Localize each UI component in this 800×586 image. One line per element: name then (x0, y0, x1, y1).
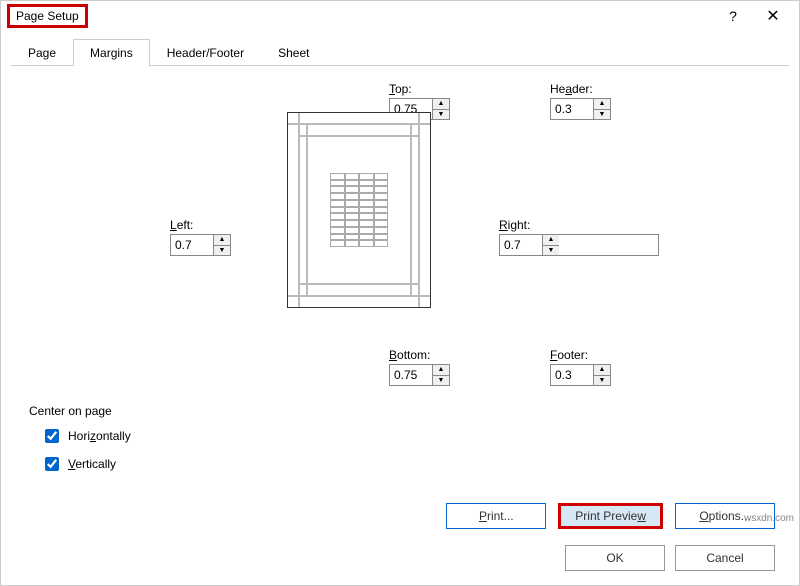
header-spinner[interactable]: ▲▼ (550, 98, 611, 120)
bottom-label: Bottom: (389, 348, 450, 362)
left-input[interactable] (171, 235, 213, 255)
left-margin-group: Left: ▲▼ (170, 218, 231, 256)
cancel-button[interactable]: Cancel (675, 545, 775, 571)
spin-down-icon[interactable]: ▼ (214, 246, 230, 256)
spin-down-icon[interactable]: ▼ (594, 376, 610, 386)
spin-down-icon[interactable]: ▼ (543, 246, 559, 256)
horizontally-checkbox[interactable] (45, 429, 59, 443)
bottom-input[interactable] (390, 365, 432, 385)
close-button[interactable]: ✕ (753, 2, 793, 30)
margins-panel: Top: ▲▼ Header: ▲▼ Left: (1, 66, 799, 487)
vertically-label: Vertically (68, 457, 116, 471)
watermark: wsxdn.com (744, 513, 794, 524)
header-input[interactable] (551, 99, 593, 119)
tab-bar: Page Margins Header/Footer Sheet (11, 39, 789, 66)
footer-spinner[interactable]: ▲▼ (550, 364, 611, 386)
right-input[interactable] (500, 235, 542, 255)
footer-margin-group: Footer: ▲▼ (550, 348, 611, 386)
vertically-check-row: Vertically (41, 454, 771, 474)
preview-cells (330, 173, 388, 247)
spin-up-icon[interactable]: ▲ (214, 235, 230, 246)
dialog-button-row: OK Cancel (1, 537, 799, 585)
tab-header-footer[interactable]: Header/Footer (150, 39, 261, 66)
horizontally-label: Horizontally (68, 429, 131, 443)
header-margin-group: Header: ▲▼ (550, 82, 611, 120)
titlebar: Page Setup ? ✕ (1, 1, 799, 31)
left-spinner[interactable]: ▲▼ (170, 234, 231, 256)
help-button[interactable]: ? (713, 2, 753, 30)
left-label: Left: (170, 218, 231, 232)
tab-sheet[interactable]: Sheet (261, 39, 326, 66)
tab-margins[interactable]: Margins (73, 39, 150, 66)
page-preview (287, 112, 431, 308)
spin-up-icon[interactable]: ▲ (594, 365, 610, 376)
spin-down-icon[interactable]: ▼ (594, 110, 610, 120)
print-button[interactable]: Print... (446, 503, 546, 529)
tab-page[interactable]: Page (11, 39, 73, 66)
bottom-spinner[interactable]: ▲▼ (389, 364, 450, 386)
footer-label: Footer: (550, 348, 611, 362)
print-preview-button[interactable]: Print Preview (558, 503, 663, 529)
spin-down-icon[interactable]: ▼ (433, 376, 449, 386)
action-button-row: Print... Print Preview Options... (1, 487, 799, 537)
spin-up-icon[interactable]: ▲ (594, 99, 610, 110)
spin-up-icon[interactable]: ▲ (433, 365, 449, 376)
right-label: Right: (499, 218, 659, 232)
header-label: Header: (550, 82, 611, 96)
bottom-margin-group: Bottom: ▲▼ (389, 348, 450, 386)
footer-input[interactable] (551, 365, 593, 385)
horizontally-check-row: Horizontally (41, 426, 771, 446)
vertically-checkbox[interactable] (45, 457, 59, 471)
spin-up-icon[interactable]: ▲ (543, 235, 559, 246)
right-spinner[interactable]: ▲▼ (499, 234, 659, 256)
ok-button[interactable]: OK (565, 545, 665, 571)
center-on-page-label: Center on page (29, 404, 771, 418)
top-label: Top: (389, 82, 450, 96)
page-setup-dialog: Page Setup ? ✕ Page Margins Header/Foote… (0, 0, 800, 586)
right-margin-group: Right: ▲▼ (499, 218, 659, 256)
dialog-title: Page Setup (7, 4, 88, 28)
